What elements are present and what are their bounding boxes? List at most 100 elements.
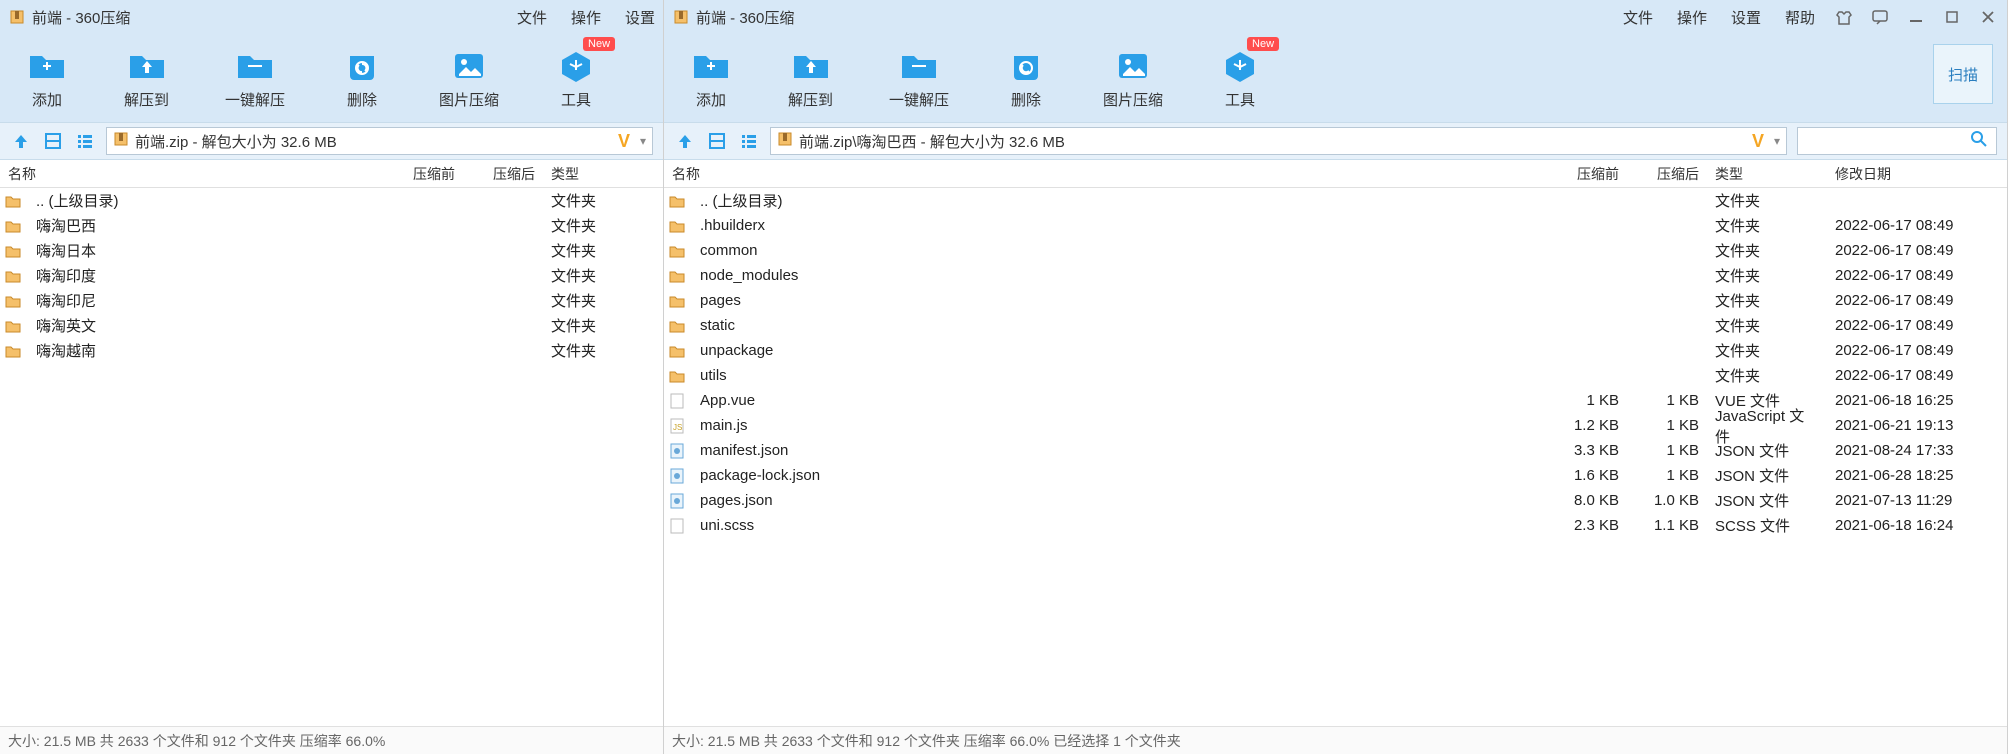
size-before: 1.6 KB: [1547, 467, 1627, 484]
extract-one-icon: [898, 47, 940, 83]
list-item[interactable]: 嗨淘英文文件夹: [0, 313, 663, 338]
list-item[interactable]: uni.scss2.3 KB1.1 KBSCSS 文件2021-06-18 16…: [664, 513, 2007, 538]
extract-to-button[interactable]: 解压到: [124, 47, 169, 110]
close-icon[interactable]: [1977, 6, 1999, 28]
col-date[interactable]: 修改日期: [1827, 164, 2007, 184]
list-item[interactable]: static文件夹2022-06-17 08:49: [664, 313, 2007, 338]
list-item[interactable]: pages.json8.0 KB1.0 KBJSON 文件2021-07-13 …: [664, 488, 2007, 513]
list-item[interactable]: utils文件夹2022-06-17 08:49: [664, 363, 2007, 388]
menu-help[interactable]: 帮助: [1785, 7, 1815, 28]
delete-icon: [1005, 47, 1047, 83]
list-item[interactable]: node_modules文件夹2022-06-17 08:49: [664, 263, 2007, 288]
file-name: .. (上级目录): [692, 190, 1547, 211]
size-after: 1 KB: [1627, 392, 1707, 409]
image-compress-button[interactable]: 图片压缩: [439, 47, 499, 110]
path-text: 前端.zip\嗨淘巴西 - 解包大小为 32.6 MB: [799, 131, 1746, 152]
col-before[interactable]: 压缩前: [1547, 164, 1627, 184]
list-item[interactable]: unpackage文件夹2022-06-17 08:49: [664, 338, 2007, 363]
minimize-icon[interactable]: [1905, 6, 1927, 28]
list-item[interactable]: 嗨淘印尼文件夹: [0, 288, 663, 313]
statusbar: 大小: 21.5 MB 共 2633 个文件和 912 个文件夹 压缩率 66.…: [664, 726, 2007, 754]
view-list-icon[interactable]: [74, 130, 96, 152]
toolbar: 添加 解压到 一键解压 删除 图片压缩 New 工具: [0, 34, 663, 122]
add-icon: [690, 47, 732, 83]
list-item[interactable]: 嗨淘越南文件夹: [0, 338, 663, 363]
feedback-icon[interactable]: [1869, 6, 1891, 28]
window-buttons: [1833, 6, 1999, 28]
add-button[interactable]: 添加: [690, 47, 732, 110]
view-grid-icon[interactable]: [42, 130, 64, 152]
search-input[interactable]: [1797, 127, 1997, 155]
col-type[interactable]: 类型: [543, 164, 663, 184]
tools-button[interactable]: New 工具: [555, 47, 597, 110]
menu-settings[interactable]: 设置: [625, 7, 655, 28]
scan-button[interactable]: 扫描: [1933, 44, 1993, 104]
extract-one-button[interactable]: 一键解压: [225, 47, 285, 110]
file-type: 文件夹: [1707, 315, 1827, 336]
file-icon: [668, 467, 686, 485]
list-item[interactable]: 嗨淘巴西文件夹: [0, 213, 663, 238]
up-icon[interactable]: [674, 130, 696, 152]
image-compress-button[interactable]: 图片压缩: [1103, 47, 1163, 110]
file-date: 2022-06-17 08:49: [1827, 242, 2007, 259]
file-name: common: [692, 242, 1547, 259]
add-button[interactable]: 添加: [26, 47, 68, 110]
list-item[interactable]: pages文件夹2022-06-17 08:49: [664, 288, 2007, 313]
menu-action[interactable]: 操作: [571, 7, 601, 28]
file-date: 2021-07-13 11:29: [1827, 492, 2007, 509]
file-list: .. (上级目录)文件夹.hbuilderx文件夹2022-06-17 08:4…: [664, 188, 2007, 726]
column-header: 名称 压缩前 压缩后 类型 修改日期: [664, 160, 2007, 188]
col-after[interactable]: 压缩后: [1627, 164, 1707, 184]
menu-action[interactable]: 操作: [1677, 7, 1707, 28]
path-input[interactable]: 前端.zip\嗨淘巴西 - 解包大小为 32.6 MB V ▾: [770, 127, 1787, 155]
file-type: 文件夹: [543, 290, 663, 311]
chevron-down-icon[interactable]: ▾: [640, 134, 646, 148]
list-item[interactable]: JSmain.js1.2 KB1 KBJavaScript 文件2021-06-…: [664, 413, 2007, 438]
size-after: 1 KB: [1627, 417, 1707, 434]
list-item[interactable]: manifest.json3.3 KB1 KBJSON 文件2021-08-24…: [664, 438, 2007, 463]
folder-icon: [668, 292, 686, 310]
delete-icon: [341, 47, 383, 83]
list-item[interactable]: 嗨淘印度文件夹: [0, 263, 663, 288]
view-list-icon[interactable]: [738, 130, 760, 152]
list-item[interactable]: common文件夹2022-06-17 08:49: [664, 238, 2007, 263]
v-badge: V: [618, 131, 630, 152]
file-icon: [668, 492, 686, 510]
delete-button[interactable]: 删除: [341, 47, 383, 110]
delete-button[interactable]: 删除: [1005, 47, 1047, 110]
path-input[interactable]: 前端.zip - 解包大小为 32.6 MB V ▾: [106, 127, 653, 155]
col-name[interactable]: 名称: [664, 164, 1547, 184]
extract-one-button[interactable]: 一键解压: [889, 47, 949, 110]
list-item[interactable]: .. (上级目录) 文件夹: [664, 188, 2007, 213]
maximize-icon[interactable]: [1941, 6, 1963, 28]
folder-icon: [668, 342, 686, 360]
app-icon: [8, 8, 26, 26]
list-item[interactable]: .. (上级目录)文件夹: [0, 188, 663, 213]
file-type: JSON 文件: [1707, 465, 1827, 486]
list-item[interactable]: package-lock.json1.6 KB1 KBJSON 文件2021-0…: [664, 463, 2007, 488]
list-item[interactable]: .hbuilderx文件夹2022-06-17 08:49: [664, 213, 2007, 238]
image-icon: [448, 47, 490, 83]
extract-to-icon: [126, 47, 168, 83]
file-name: package-lock.json: [692, 467, 1547, 484]
new-badge: New: [1247, 37, 1279, 51]
up-icon[interactable]: [10, 130, 32, 152]
col-before[interactable]: 压缩前: [383, 164, 463, 184]
col-after[interactable]: 压缩后: [463, 164, 543, 184]
menu-file[interactable]: 文件: [1623, 7, 1653, 28]
list-item[interactable]: 嗨淘日本文件夹: [0, 238, 663, 263]
size-before: 8.0 KB: [1547, 492, 1627, 509]
menu-settings[interactable]: 设置: [1731, 7, 1761, 28]
file-type: 文件夹: [1707, 190, 1827, 211]
file-type: 文件夹: [1707, 365, 1827, 386]
file-type: SCSS 文件: [1707, 515, 1827, 536]
chevron-down-icon[interactable]: ▾: [1774, 134, 1780, 148]
tools-button[interactable]: New 工具: [1219, 47, 1261, 110]
col-name[interactable]: 名称: [0, 164, 383, 184]
view-grid-icon[interactable]: [706, 130, 728, 152]
extract-to-button[interactable]: 解压到: [788, 47, 833, 110]
menu-file[interactable]: 文件: [517, 7, 547, 28]
add-icon: [26, 47, 68, 83]
col-type[interactable]: 类型: [1707, 164, 1827, 184]
skin-icon[interactable]: [1833, 6, 1855, 28]
